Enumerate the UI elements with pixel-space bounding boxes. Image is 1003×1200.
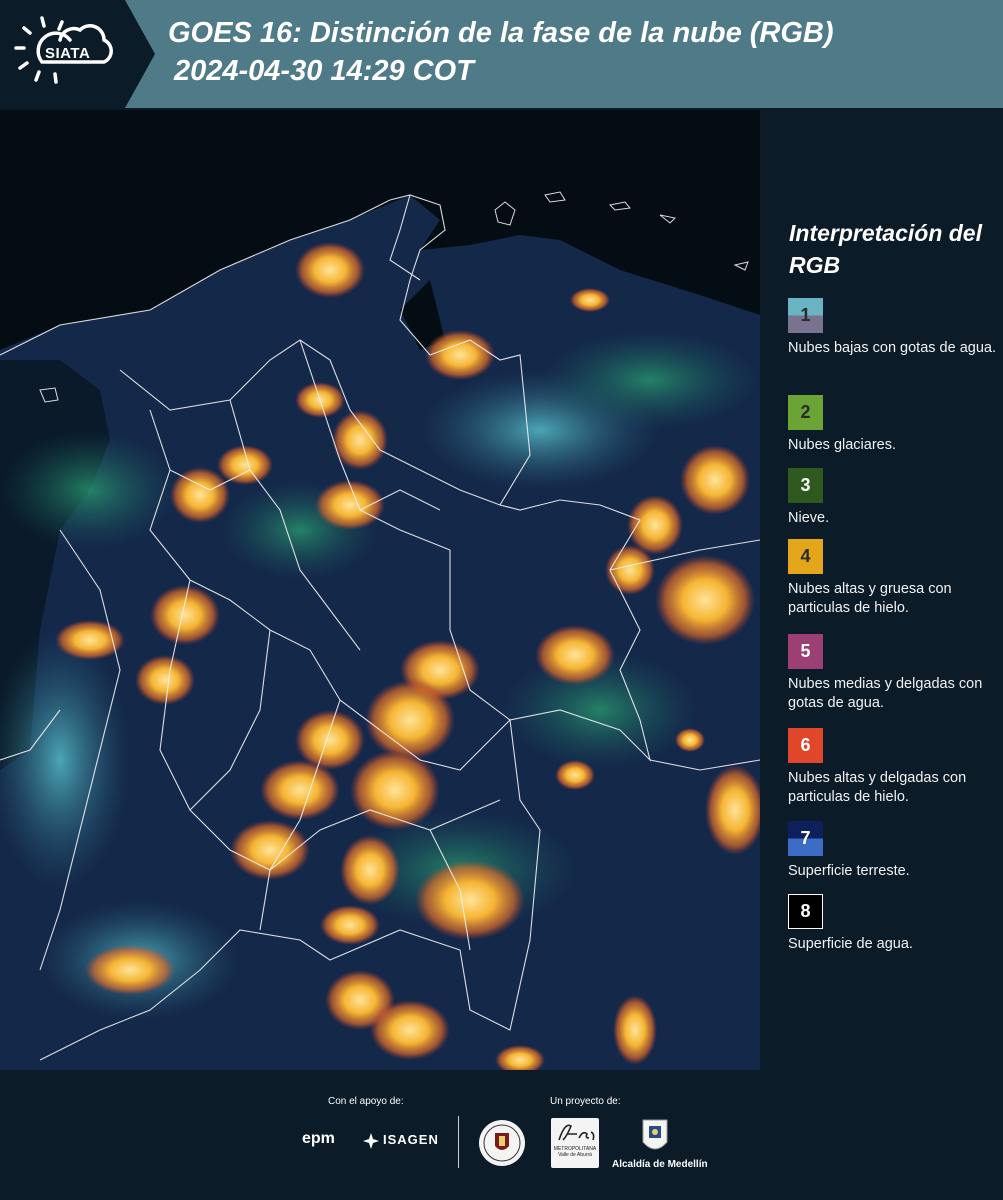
legend-item-7: 7 Superficie terreste. [788,821,1000,881]
alcaldia-medellin-logo[interactable]: Alcaldía de Medellín [612,1159,708,1170]
satellite-map[interactable] [0,110,760,1070]
legend-desc-3: Nieve. [788,510,830,526]
legend-item-5: 5 Nubes medias y delgadas con gotas de a… [788,634,1000,713]
support-label: Con el apoyo de: [328,1096,404,1107]
legend-swatch-6: 6 [788,728,823,763]
legend-swatch-3: 3 [788,468,823,503]
legend-desc-7: Superficie terreste. [788,863,910,879]
area-script-icon [558,1124,595,1141]
legend-title: Interpretación del RGB [789,220,982,278]
legend-desc-6: Nubes altas y delgadas con particulas de… [788,770,967,805]
title-product: GOES 16: Distinción de la fase de la nub… [168,17,834,49]
legend-item-1: 1 Nubes bajas con gotas de agua. [788,298,1000,358]
legend-item-4: 4 Nubes altas y gruesa con particulas de… [788,539,1000,618]
project-label: Un proyecto de: [550,1096,621,1107]
legend-desc-4: Nubes altas y gruesa con particulas de h… [788,581,952,616]
area-metropolitana-logo[interactable]: METROPOLITANA Valle de Aburrá [551,1118,599,1168]
legend-desc-2: Nubes glaciares. [788,437,896,453]
legend-item-8: 8 Superficie de agua. [788,894,1000,954]
legend-panel: Interpretación del RGB 1 Nubes bajas con… [760,110,1003,1070]
footer: Con el apoyo de: Un proyecto de: epm ISA… [0,1070,1003,1200]
footer-divider [458,1116,459,1168]
header-bar: SIATA GOES 16: Distinción de la fase de … [0,0,1003,108]
area-metropolitana-text: METROPOLITANA Valle de Aburrá [553,1146,597,1158]
isagen-logo[interactable]: ISAGEN [383,1132,439,1147]
legend-item-2: 2 Nubes glaciares. [788,395,1000,455]
siata-logo[interactable]: SIATA [0,0,155,108]
legend-swatch-1: 1 [788,298,823,333]
legend-swatch-5: 5 [788,634,823,669]
government-seal-icon[interactable] [477,1118,527,1168]
epm-logo[interactable]: epm [302,1130,335,1148]
siata-logo-text: SIATA [45,45,91,62]
legend-swatch-2: 2 [788,395,823,430]
legend-swatch-7: 7 [788,821,823,856]
legend-item-3: 3 Nieve. [788,468,1000,528]
title-timestamp: 2024-04-30 14:29 COT [174,55,474,87]
legend-item-6: 6 Nubes altas y delgadas con particulas … [788,728,1000,807]
page-title: GOES 16: Distinción de la fase de la nub… [168,14,834,90]
legend-desc-8: Superficie de agua. [788,936,913,952]
legend-desc-1: Nubes bajas con gotas de agua. [788,340,996,356]
legend-swatch-4: 4 [788,539,823,574]
legend-swatch-8: 8 [788,894,823,929]
medellin-shield-icon [642,1119,668,1150]
isagen-icon [363,1133,379,1149]
cloud-phase-image [0,110,760,1070]
legend-desc-5: Nubes medias y delgadas con gotas de agu… [788,676,983,711]
